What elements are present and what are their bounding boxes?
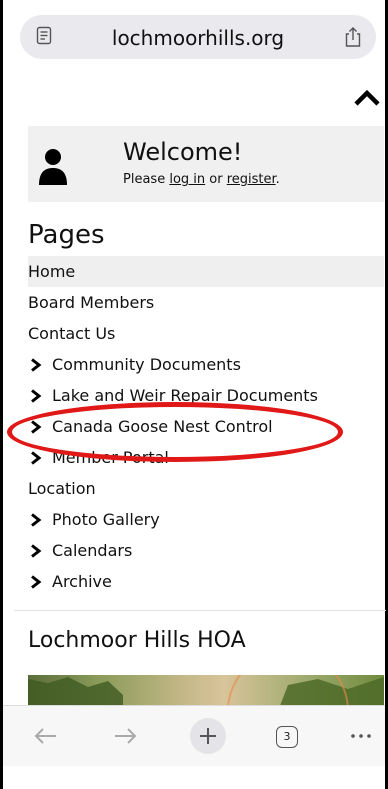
nav-item-label: Member Portal [52, 447, 169, 467]
collapse-chevron-up-icon[interactable] [352, 86, 382, 110]
url-host[interactable]: lochmoorhills.org [20, 26, 376, 50]
frame-left-border [0, 0, 3, 789]
welcome-title: Welcome! [123, 138, 243, 166]
nav-item-label: Photo Gallery [52, 509, 160, 529]
nav-item-member-portal[interactable]: Member Portal [28, 442, 384, 473]
nav-item-label: Home [28, 261, 76, 281]
nav-item-contact-us[interactable]: Contact Us [28, 318, 384, 349]
nav-item-label: Contact Us [28, 323, 116, 343]
nav-item-label: Community Documents [52, 354, 241, 374]
chevron-right-icon[interactable] [29, 512, 43, 527]
url-bar[interactable]: lochmoorhills.org [20, 15, 376, 59]
nav-item-home[interactable]: Home [28, 256, 384, 287]
section-title: Lochmoor Hills HOA [28, 628, 246, 653]
or-text: or [205, 172, 227, 187]
nav-item-location[interactable]: Location [28, 473, 384, 504]
new-tab-button[interactable] [190, 718, 226, 754]
plus-icon [200, 728, 216, 744]
tabs-button[interactable]: 3 [276, 726, 298, 748]
chevron-right-icon[interactable] [29, 357, 43, 372]
nav-item-canada-goose-nest-control[interactable]: Canada Goose Nest Control [28, 411, 384, 442]
nav-item-lake-and-weir-repair-documents[interactable]: Lake and Weir Repair Documents [28, 380, 384, 411]
back-icon[interactable] [30, 720, 62, 752]
chevron-right-icon[interactable] [29, 419, 43, 434]
login-link[interactable]: log in [169, 172, 205, 187]
nav-item-archive[interactable]: Archive [28, 566, 384, 597]
period-text: . [275, 172, 280, 187]
pages-heading: Pages [28, 220, 105, 250]
nav-item-label: Archive [52, 571, 112, 591]
forward-icon[interactable] [109, 720, 141, 752]
nav-item-label: Canada Goose Nest Control [52, 416, 273, 436]
nav-item-photo-gallery[interactable]: Photo Gallery [28, 504, 384, 535]
register-link[interactable]: register [227, 172, 276, 187]
user-avatar-icon [39, 149, 67, 185]
nav-item-label: Board Members [28, 292, 155, 312]
nav-item-calendars[interactable]: Calendars [28, 535, 384, 566]
pages-nav-list: Home Board Members Contact Us Community Doc… [28, 256, 384, 597]
welcome-panel: Welcome! Please log in or register. [28, 126, 384, 202]
chevron-right-icon[interactable] [29, 388, 43, 403]
more-icon[interactable] [345, 720, 377, 752]
nav-item-board-members[interactable]: Board Members [28, 287, 384, 318]
browser-toolbar: 3 [3, 705, 385, 766]
nav-item-label: Lake and Weir Repair Documents [52, 385, 318, 405]
nav-item-label: Calendars [52, 540, 133, 560]
chevron-right-icon[interactable] [29, 574, 43, 589]
chevron-right-icon[interactable] [29, 543, 43, 558]
nav-item-label: Location [28, 478, 96, 498]
nav-item-community-documents[interactable]: Community Documents [28, 349, 384, 380]
section-divider [14, 610, 386, 611]
share-icon[interactable] [344, 26, 362, 48]
welcome-subtext: Please log in or register. [123, 172, 280, 187]
please-text: Please [123, 172, 170, 187]
chevron-right-icon[interactable] [29, 450, 43, 465]
